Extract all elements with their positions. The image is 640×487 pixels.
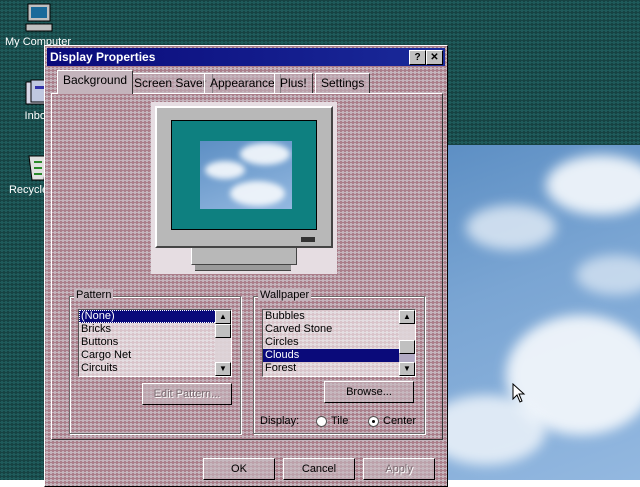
pattern-listbox[interactable]: (None) Bricks Buttons Cargo Net Circuits…: [78, 309, 232, 377]
list-item[interactable]: Buttons: [79, 336, 231, 349]
power-indicator-icon: [301, 237, 315, 242]
center-radio-label[interactable]: Center: [383, 415, 416, 427]
list-item[interactable]: Clouds: [263, 349, 415, 362]
scroll-up-icon[interactable]: ▲: [215, 310, 231, 324]
tab-settings[interactable]: Settings: [315, 73, 371, 93]
wallpaper-preview: [200, 141, 292, 209]
monitor-base: [195, 265, 291, 271]
tab-screen-saver[interactable]: Screen Saver: [128, 73, 213, 93]
tile-radio[interactable]: [316, 416, 327, 427]
monitor-preview: [155, 106, 333, 248]
list-item[interactable]: Circles: [263, 336, 415, 349]
scroll-thumb[interactable]: [399, 340, 415, 354]
pattern-scrollbar[interactable]: ▲ ▼: [215, 310, 231, 376]
wallpaper-group-label: Wallpaper: [258, 289, 312, 301]
tab-appearance[interactable]: Appearance: [204, 73, 281, 93]
title-bar[interactable]: Display Properties ? ✕: [47, 48, 445, 66]
mouse-pointer-icon: [512, 383, 526, 403]
scroll-down-icon[interactable]: ▼: [215, 362, 231, 376]
my-computer-icon: [22, 2, 54, 34]
tab-background[interactable]: Background: [57, 70, 134, 94]
desktop-icon-my-computer[interactable]: My Computer: [3, 2, 73, 48]
close-button[interactable]: ✕: [426, 50, 443, 65]
tab-plus[interactable]: Plus!: [274, 73, 313, 93]
list-item[interactable]: Carved Stone: [263, 323, 415, 336]
desktop-wallpaper-clouds: [446, 145, 640, 480]
monitor-screen: [171, 120, 317, 230]
pattern-group: Pattern (None) Bricks Buttons Cargo Net …: [69, 289, 241, 434]
scroll-thumb[interactable]: [215, 324, 231, 338]
wallpaper-listbox[interactable]: Bubbles Carved Stone Circles Clouds Fore…: [262, 309, 416, 377]
scroll-down-icon[interactable]: ▼: [399, 362, 415, 376]
monitor-stand: [191, 248, 297, 265]
help-button[interactable]: ?: [409, 50, 426, 65]
window-title: Display Properties: [50, 50, 156, 64]
list-item[interactable]: Bubbles: [263, 310, 415, 323]
pattern-group-label: Pattern: [74, 289, 114, 301]
browse-button[interactable]: Browse...: [324, 381, 414, 403]
center-radio[interactable]: [368, 416, 379, 427]
list-item[interactable]: Forest: [263, 362, 415, 375]
scroll-up-icon[interactable]: ▲: [399, 310, 415, 324]
display-label: Display:: [260, 415, 300, 427]
ok-button[interactable]: OK: [203, 458, 275, 480]
edit-pattern-button[interactable]: Edit Pattern...: [142, 383, 232, 405]
list-item[interactable]: Circuits: [79, 362, 231, 375]
wallpaper-group: Wallpaper Bubbles Carved Stone Circles C…: [253, 289, 425, 434]
display-properties-window: Display Properties ? ✕ Background Screen…: [44, 45, 448, 487]
list-item[interactable]: (None): [79, 310, 231, 323]
list-item[interactable]: Cargo Net: [79, 349, 231, 362]
apply-button[interactable]: Apply: [363, 458, 435, 480]
list-item[interactable]: Bricks: [79, 323, 231, 336]
wallpaper-scrollbar[interactable]: ▲ ▼: [399, 310, 415, 376]
tile-radio-label[interactable]: Tile: [331, 415, 348, 427]
cancel-button[interactable]: Cancel: [283, 458, 355, 480]
